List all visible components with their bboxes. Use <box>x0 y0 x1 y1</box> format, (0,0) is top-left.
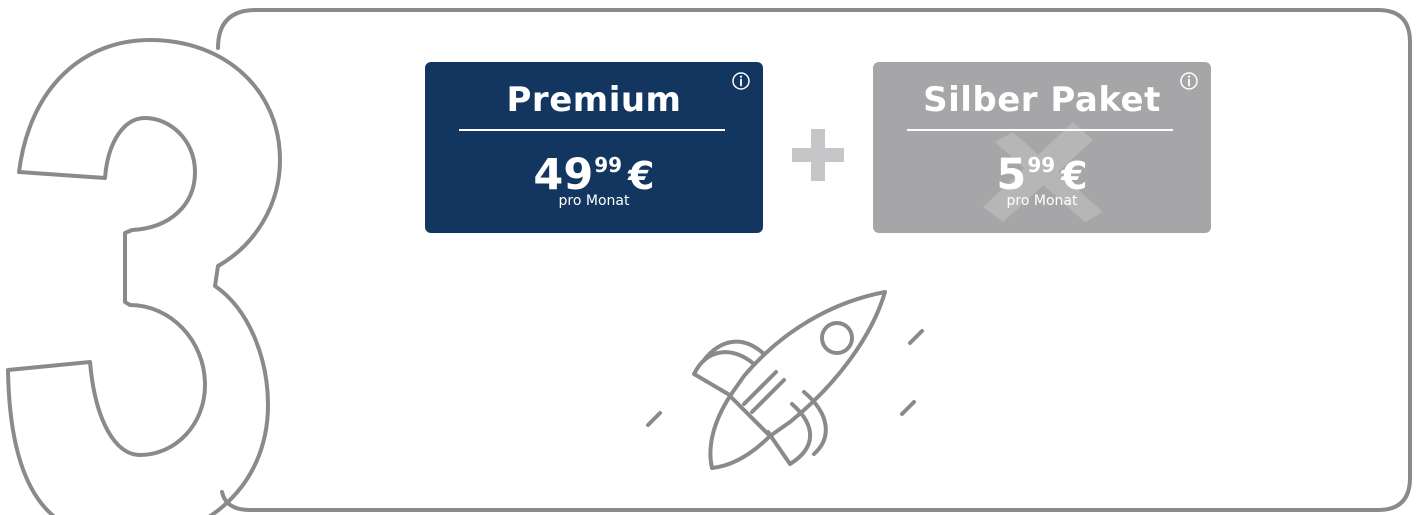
price-cents: 99 <box>594 153 623 177</box>
plan-name: Silber Paket <box>923 80 1161 120</box>
plus-icon <box>792 129 844 181</box>
plan-divider <box>907 129 1173 131</box>
plan-period: pro Monat <box>558 193 630 209</box>
info-icon[interactable] <box>1179 71 1199 91</box>
price-cents: 99 <box>1027 153 1056 177</box>
plan-card-premium[interactable]: Premium 4999 € pro Monat <box>425 62 763 233</box>
plan-divider <box>459 129 725 131</box>
rocket-icon <box>646 290 924 470</box>
plan-period: pro Monat <box>1006 193 1078 209</box>
plan-name: Premium <box>506 80 682 120</box>
outline-digit-three-icon <box>6 38 282 515</box>
info-icon[interactable] <box>731 71 751 91</box>
plan-step-panel: Premium 4999 € pro Monat Silber Paket 599… <box>0 0 1419 515</box>
plan-card-silver[interactable]: Silber Paket 599 € pro Monat <box>873 62 1211 233</box>
